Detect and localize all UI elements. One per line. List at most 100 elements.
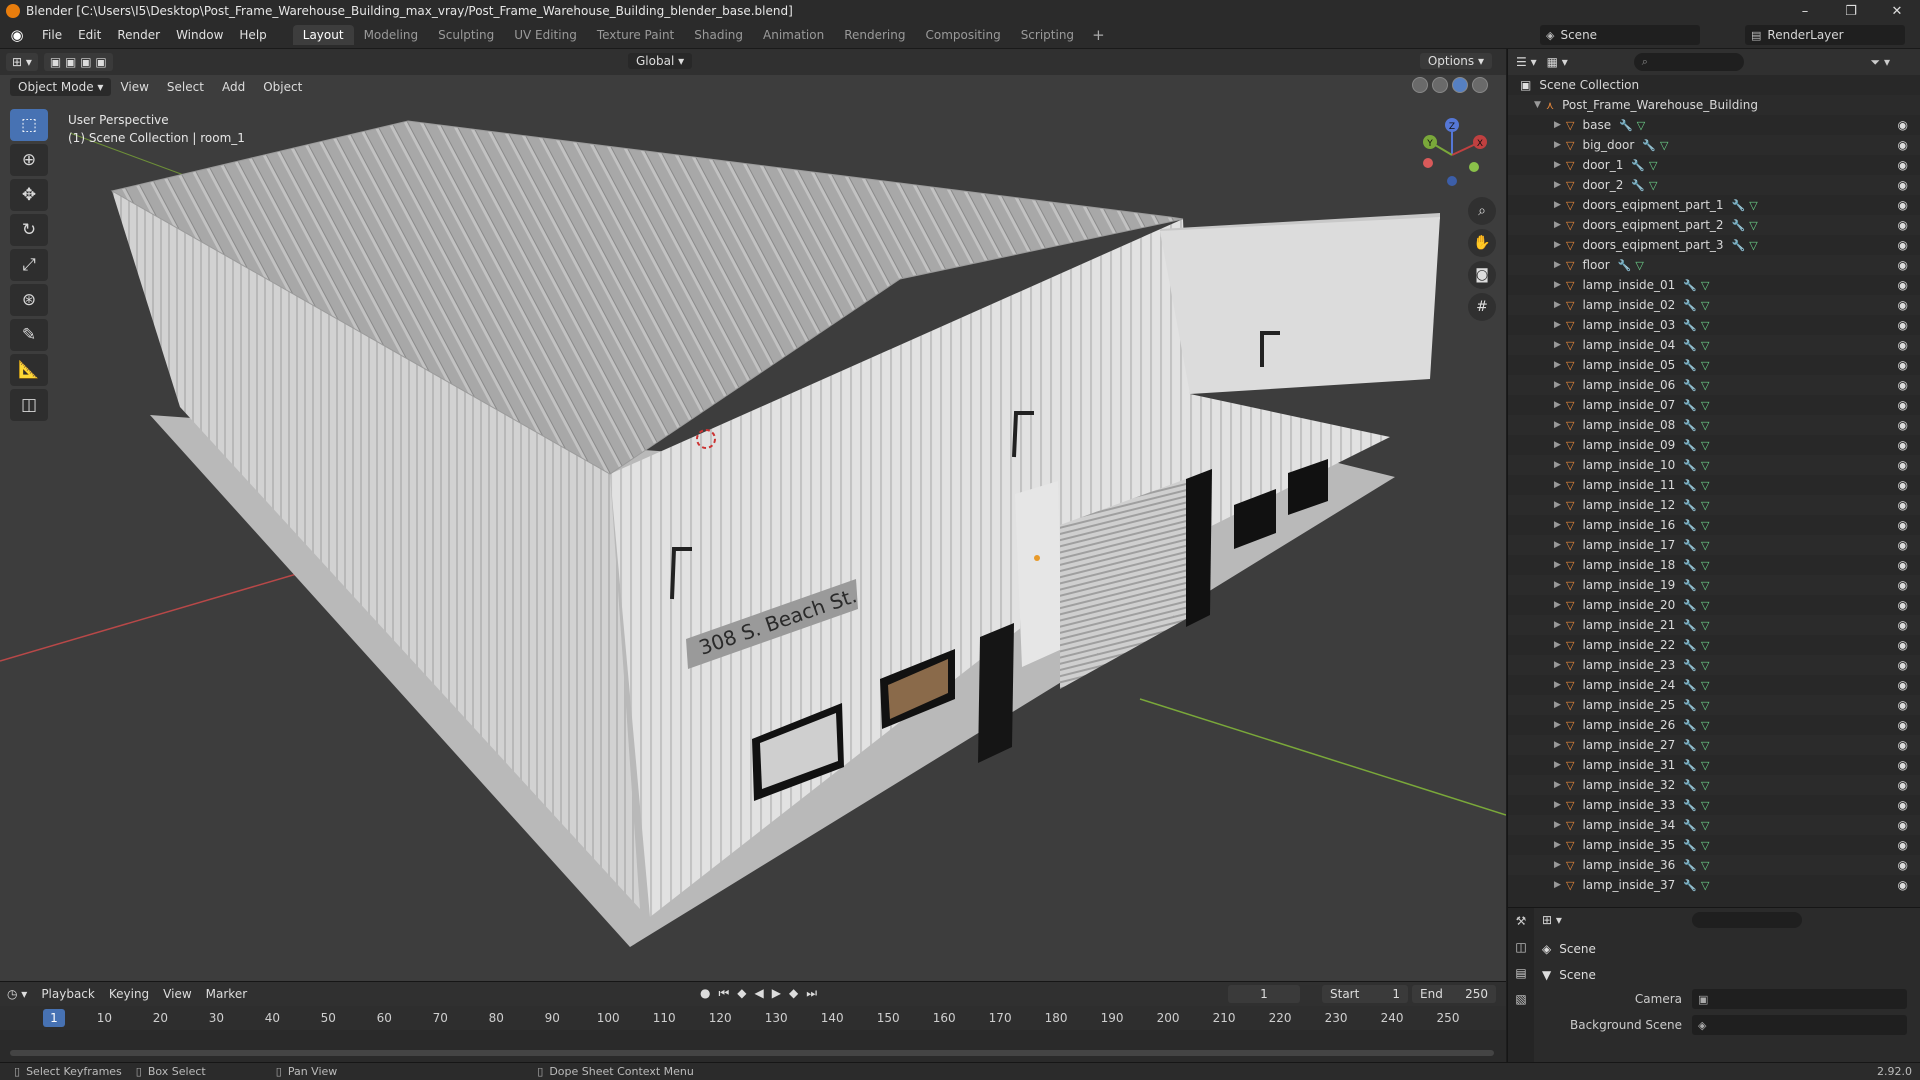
outliner-object-row[interactable]: ▶ ▽ lamp_inside_36 🔧 ▽ ◉ (1508, 855, 1920, 875)
expand-arrow-icon[interactable]: ▶ (1554, 180, 1566, 190)
current-frame-field[interactable]: 1 (1228, 985, 1300, 1003)
outliner-object-row[interactable]: ▶ ▽ lamp_inside_10 🔧 ▽ ◉ (1508, 455, 1920, 475)
menu-render[interactable]: Render (109, 28, 168, 42)
add-cube-icon[interactable]: ◫ (10, 389, 48, 421)
outliner-object-row[interactable]: ▶ ▽ lamp_inside_25 🔧 ▽ ◉ (1508, 695, 1920, 715)
tab-animation[interactable]: Animation (753, 25, 834, 45)
tab-modeling[interactable]: Modeling (354, 25, 429, 45)
visibility-eye-icon[interactable]: ◉ (1898, 678, 1908, 692)
modifier-wrench-icon[interactable]: 🔧 (1732, 239, 1746, 252)
visibility-eye-icon[interactable]: ◉ (1898, 638, 1908, 652)
expand-arrow-icon[interactable]: ▶ (1554, 600, 1566, 610)
rendered-shading-icon[interactable] (1472, 77, 1488, 93)
expand-arrow-icon[interactable]: ▶ (1554, 140, 1566, 150)
zoom-icon[interactable]: ⌕ (1468, 197, 1496, 225)
mesh-data-icon[interactable]: ▽ (1701, 339, 1709, 352)
modifier-wrench-icon[interactable]: 🔧 (1683, 459, 1697, 472)
mesh-data-icon[interactable]: ▽ (1701, 879, 1709, 892)
visibility-eye-icon[interactable]: ◉ (1898, 498, 1908, 512)
collection-row[interactable]: ▼ ⋏ Post_Frame_Warehouse_Building (1508, 95, 1920, 115)
viewport-menu-select[interactable]: Select (158, 80, 213, 94)
solid-shading-icon[interactable] (1432, 77, 1448, 93)
frame-ruler[interactable]: 1 10 20 30 40 50 60 70 80 90 100 110 120 130 140 150 160… (0, 1006, 1506, 1030)
visibility-eye-icon[interactable]: ◉ (1898, 178, 1908, 192)
modifier-wrench-icon[interactable]: 🔧 (1683, 499, 1697, 512)
view-layer-selector[interactable]: ▤ RenderLayer (1745, 25, 1905, 45)
modifier-wrench-icon[interactable]: 🔧 (1683, 479, 1697, 492)
visibility-eye-icon[interactable]: ◉ (1898, 438, 1908, 452)
blender-logo-icon[interactable]: ◉ (8, 26, 26, 44)
visibility-eye-icon[interactable]: ◉ (1898, 658, 1908, 672)
camera-icon[interactable]: ◙ (1468, 261, 1496, 289)
modifier-wrench-icon[interactable]: 🔧 (1683, 679, 1697, 692)
background-scene-field[interactable]: ◈ (1692, 1015, 1907, 1035)
mesh-data-icon[interactable]: ▽ (1701, 319, 1709, 332)
modifier-wrench-icon[interactable]: 🔧 (1683, 699, 1697, 712)
expand-arrow-icon[interactable]: ▶ (1554, 820, 1566, 830)
outliner-object-row[interactable]: ▶ ▽ lamp_inside_21 🔧 ▽ ◉ (1508, 615, 1920, 635)
visibility-eye-icon[interactable]: ◉ (1898, 258, 1908, 272)
mesh-data-icon[interactable]: ▽ (1701, 839, 1709, 852)
mesh-data-icon[interactable]: ▽ (1701, 539, 1709, 552)
visibility-eye-icon[interactable]: ◉ (1898, 138, 1908, 152)
modifier-wrench-icon[interactable]: 🔧 (1683, 819, 1697, 832)
visibility-eye-icon[interactable]: ◉ (1898, 838, 1908, 852)
expand-arrow-icon[interactable]: ▶ (1554, 880, 1566, 890)
modifier-wrench-icon[interactable]: 🔧 (1683, 439, 1697, 452)
expand-arrow-icon[interactable]: ▶ (1554, 840, 1566, 850)
modifier-wrench-icon[interactable]: 🔧 (1631, 179, 1645, 192)
expand-arrow-icon[interactable]: ▶ (1554, 520, 1566, 530)
mesh-data-icon[interactable]: ▽ (1701, 739, 1709, 752)
tab-compositing[interactable]: Compositing (915, 25, 1010, 45)
mesh-data-icon[interactable]: ▽ (1701, 479, 1709, 492)
mesh-data-icon[interactable]: ▽ (1701, 359, 1709, 372)
visibility-eye-icon[interactable]: ◉ (1898, 878, 1908, 892)
mesh-data-icon[interactable]: ▽ (1701, 499, 1709, 512)
modifier-wrench-icon[interactable]: 🔧 (1683, 759, 1697, 772)
viewport-menu-object[interactable]: Object (254, 80, 311, 94)
mesh-data-icon[interactable]: ▽ (1701, 759, 1709, 772)
outliner-object-row[interactable]: ▶ ▽ lamp_inside_04 🔧 ▽ ◉ (1508, 335, 1920, 355)
modifier-wrench-icon[interactable]: 🔧 (1683, 359, 1697, 372)
mesh-data-icon[interactable]: ▽ (1635, 259, 1643, 272)
expand-arrow-icon[interactable]: ▶ (1554, 360, 1566, 370)
expand-arrow-icon[interactable]: ▼ (1534, 100, 1546, 110)
next-keyframe-icon[interactable]: ◆ (789, 986, 798, 1001)
menu-edit[interactable]: Edit (70, 28, 109, 42)
expand-arrow-icon[interactable]: ▶ (1554, 780, 1566, 790)
visibility-eye-icon[interactable]: ◉ (1898, 298, 1908, 312)
expand-arrow-icon[interactable]: ▶ (1554, 120, 1566, 130)
tab-texture-paint[interactable]: Texture Paint (587, 25, 684, 45)
modifier-wrench-icon[interactable]: 🔧 (1631, 159, 1645, 172)
mesh-data-icon[interactable]: ▽ (1701, 719, 1709, 732)
modifier-wrench-icon[interactable]: 🔧 (1683, 559, 1697, 572)
modifier-wrench-icon[interactable]: 🔧 (1683, 539, 1697, 552)
expand-arrow-icon[interactable]: ▶ (1554, 700, 1566, 710)
timeline-editor-icon[interactable]: ◷ ▾ (0, 987, 34, 1001)
measure-icon[interactable]: 📐 (10, 354, 48, 386)
mesh-data-icon[interactable]: ▽ (1701, 859, 1709, 872)
expand-arrow-icon[interactable]: ▶ (1554, 560, 1566, 570)
mesh-data-icon[interactable]: ▽ (1701, 699, 1709, 712)
outliner-object-row[interactable]: ▶ ▽ doors_eqipment_part_3 🔧 ▽ ◉ (1508, 235, 1920, 255)
timeline[interactable]: ◷ ▾ Playback Keying View Marker ● ⏮ ◆ ◀ … (0, 981, 1506, 1062)
expand-arrow-icon[interactable]: ▶ (1554, 380, 1566, 390)
outliner-object-row[interactable]: ▶ ▽ lamp_inside_34 🔧 ▽ ◉ (1508, 815, 1920, 835)
expand-arrow-icon[interactable]: ▶ (1554, 760, 1566, 770)
cursor-icon[interactable]: ⊕ (10, 144, 48, 176)
modifier-wrench-icon[interactable]: 🔧 (1683, 659, 1697, 672)
visibility-eye-icon[interactable]: ◉ (1898, 618, 1908, 632)
mesh-data-icon[interactable]: ▽ (1649, 159, 1657, 172)
outliner-object-row[interactable]: ▶ ▽ lamp_inside_37 🔧 ▽ ◉ (1508, 875, 1920, 895)
modifier-wrench-icon[interactable]: 🔧 (1732, 199, 1746, 212)
pan-hand-icon[interactable]: ✋ (1468, 229, 1496, 257)
editor-type-icon[interactable]: ⊞ ▾ (6, 53, 38, 71)
transform-orientation[interactable]: Global ▾ (628, 53, 693, 69)
visibility-eye-icon[interactable]: ◉ (1898, 238, 1908, 252)
modifier-wrench-icon[interactable]: 🔧 (1683, 599, 1697, 612)
outliner-object-row[interactable]: ▶ ▽ doors_eqipment_part_1 🔧 ▽ ◉ (1508, 195, 1920, 215)
visibility-eye-icon[interactable]: ◉ (1898, 818, 1908, 832)
properties-editor-icon[interactable]: ⊞ ▾ (1542, 913, 1562, 927)
expand-arrow-icon[interactable]: ▶ (1554, 620, 1566, 630)
expand-arrow-icon[interactable]: ▶ (1554, 480, 1566, 490)
